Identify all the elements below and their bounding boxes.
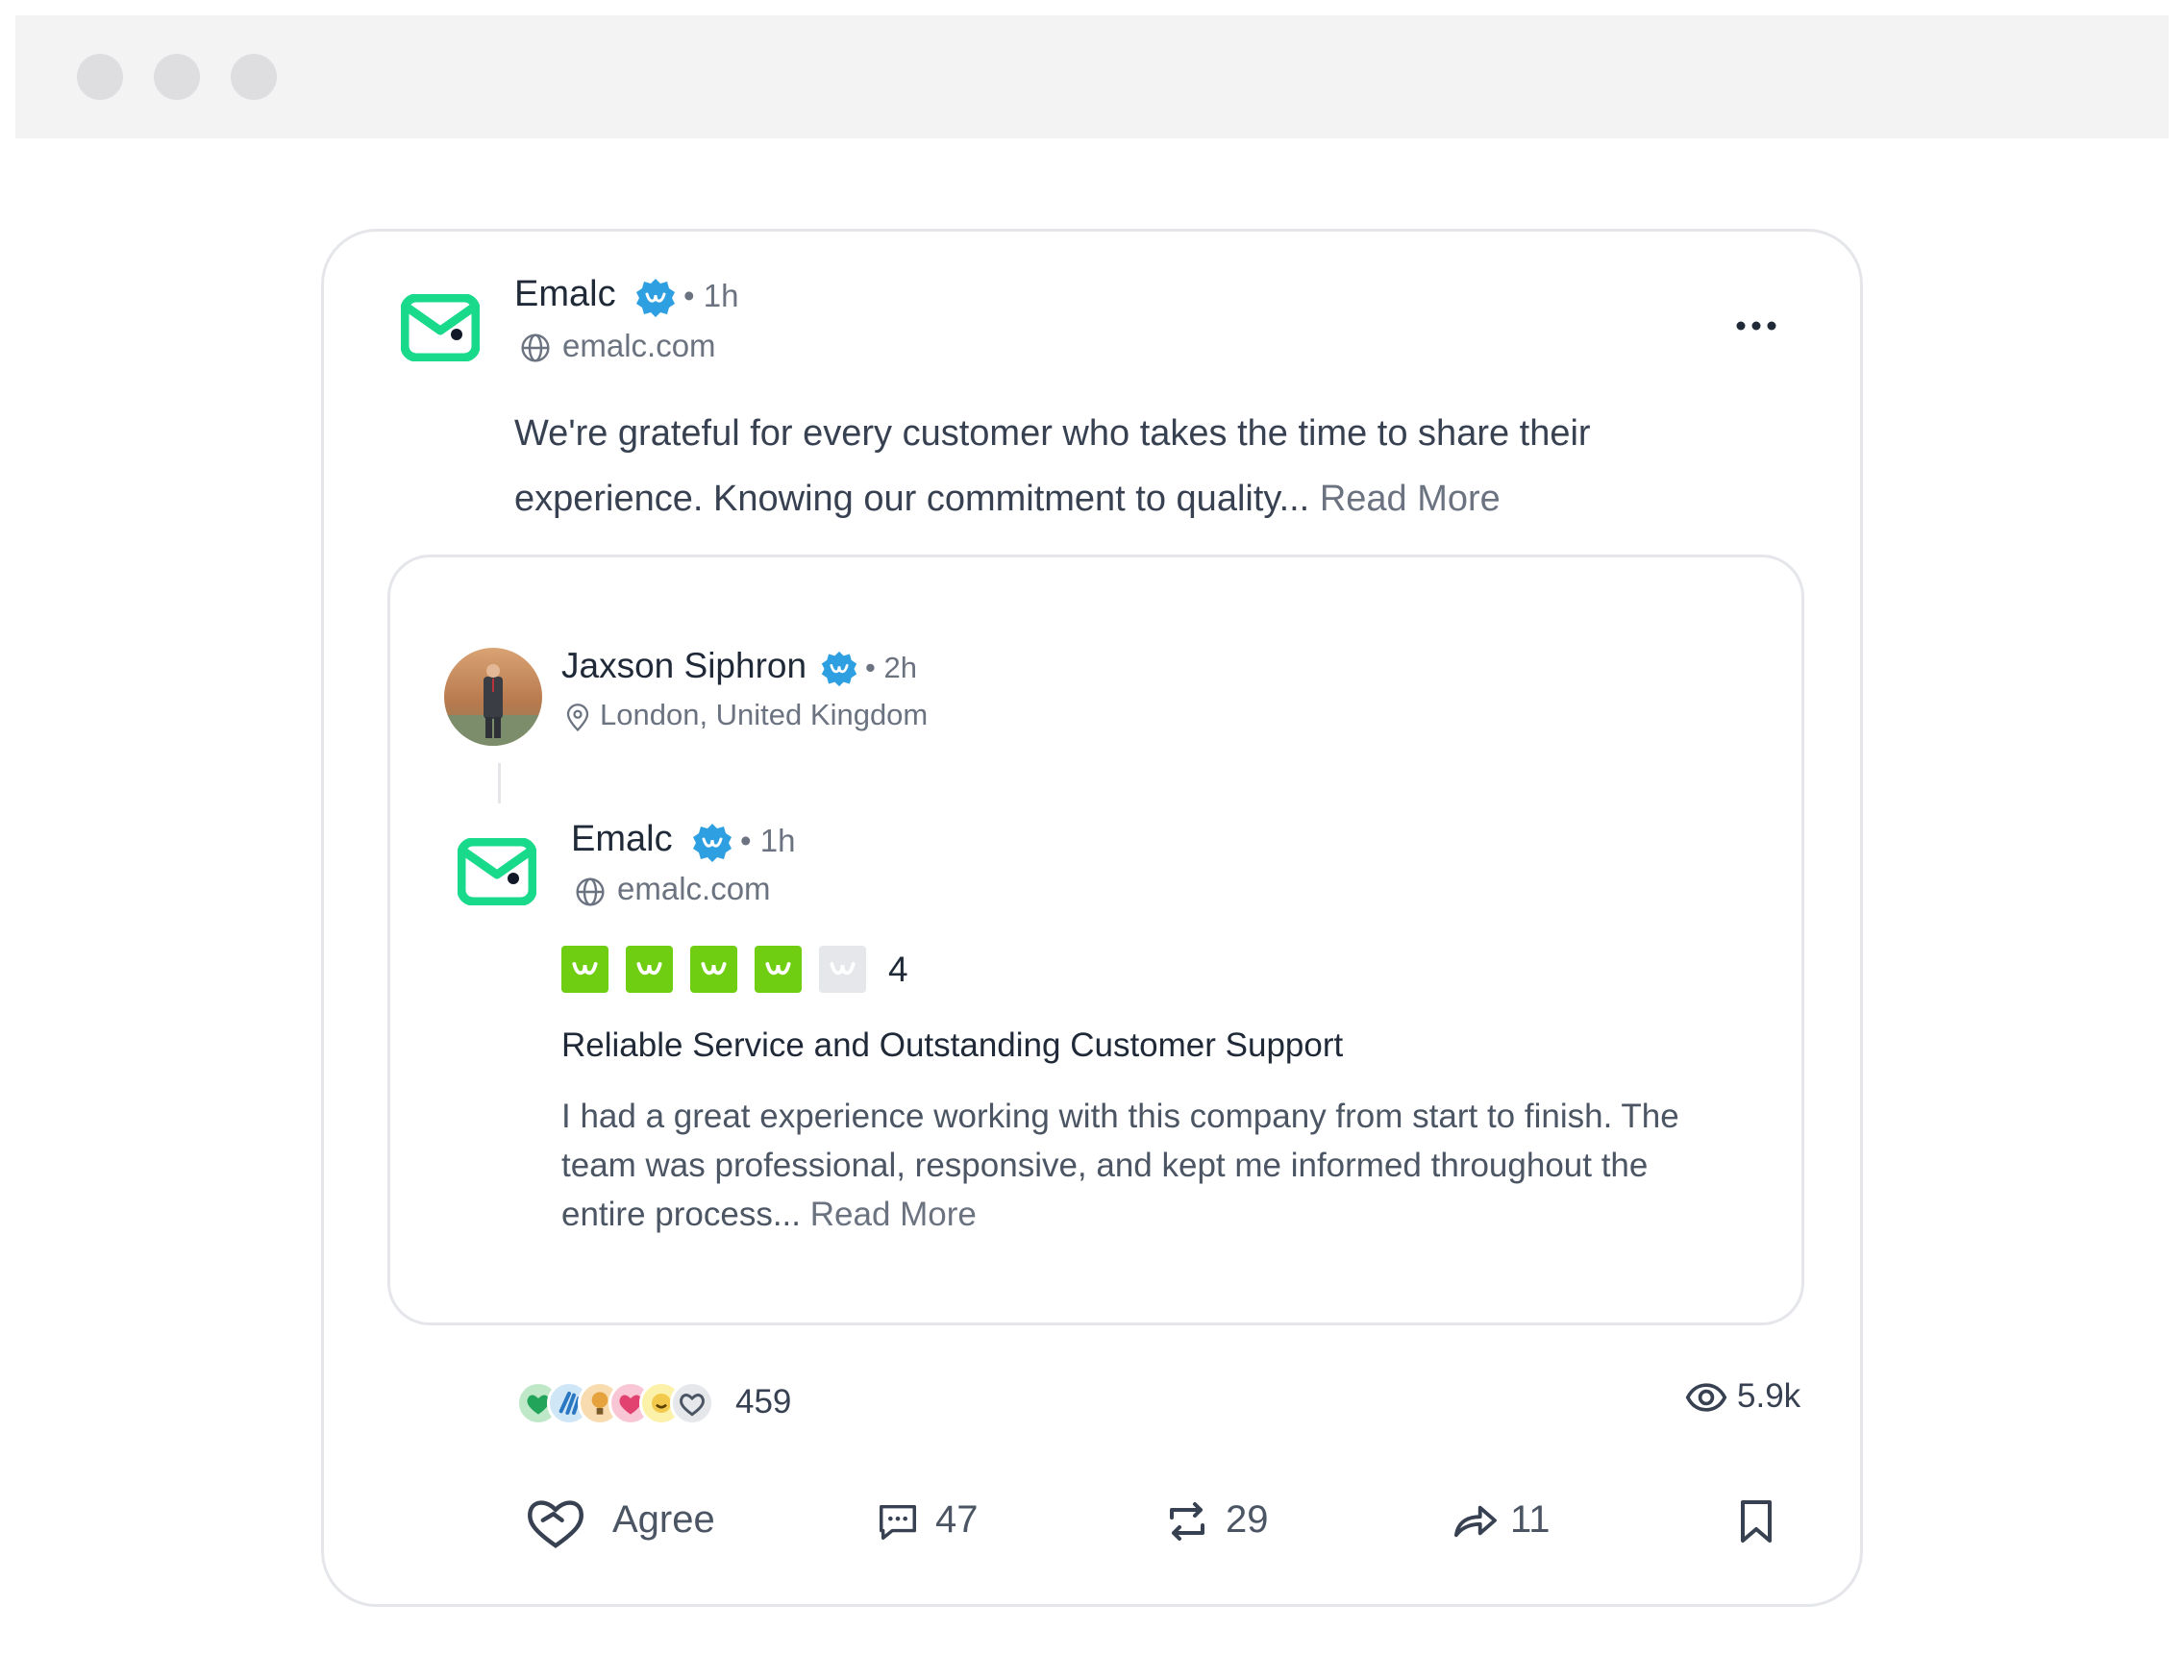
comment-icon — [880, 1504, 916, 1540]
agree-label: Agree — [612, 1498, 715, 1541]
rating-star-filled — [755, 946, 802, 993]
repost-count: 29 — [1226, 1498, 1269, 1541]
agree-button[interactable]: Agree — [516, 1491, 728, 1552]
reviewer-time: • 2h — [865, 651, 917, 684]
review-company-name[interactable]: Emalc — [571, 819, 673, 860]
views-count: 5.9k — [1737, 1377, 1801, 1415]
post-read-more-link[interactable]: Read More — [1320, 479, 1501, 519]
review-body-line-1: I had a great experience working with th… — [561, 1098, 1679, 1135]
bookmark-icon[interactable] — [1737, 1498, 1775, 1544]
post-card: Emalc • 1h emalc.com We're grateful for … — [321, 229, 1863, 1607]
browser-title-bar — [15, 15, 2169, 138]
review-body-line-3: entire process... Read More — [561, 1196, 977, 1233]
review-read-more-link[interactable]: Read More — [810, 1196, 977, 1233]
emalc-logo-icon[interactable] — [458, 838, 536, 905]
window-maximize-button[interactable] — [231, 54, 277, 100]
repost-button[interactable]: 29 — [1158, 1491, 1293, 1552]
comment-button[interactable]: 47 — [872, 1491, 1006, 1552]
rating-star-filled — [626, 946, 673, 993]
reviewer-location: London, United Kingdom — [600, 698, 929, 731]
eye-icon — [1685, 1383, 1727, 1412]
review-body: I had a great experience working with th… — [561, 1092, 1773, 1239]
globe-icon — [576, 877, 605, 906]
comment-count: 47 — [935, 1498, 979, 1541]
verified-badge-icon — [821, 651, 857, 687]
window-close-button[interactable] — [77, 54, 123, 100]
post-time: • 1h — [683, 278, 739, 313]
emalc-logo-icon[interactable] — [401, 294, 480, 361]
globe-icon — [521, 334, 550, 362]
reactions-count[interactable]: 459 — [735, 1383, 791, 1421]
verified-badge-icon — [636, 279, 675, 317]
review-company-time: • 1h — [740, 823, 796, 858]
reviewer-name[interactable]: Jaxson Siphron — [561, 646, 807, 686]
rating-value: 4 — [888, 950, 908, 989]
post-text-line-1: We're grateful for every customer who ta… — [514, 413, 1591, 454]
post-text-line-2: experience. Knowing our commitment to qu… — [514, 479, 1501, 519]
post-text: We're grateful for every customer who ta… — [514, 401, 1764, 531]
verified-badge-icon — [693, 824, 732, 862]
review-body-line-2: team was professional, responsive, and k… — [561, 1147, 1649, 1184]
location-pin-icon — [566, 704, 589, 732]
share-button[interactable]: 11 — [1447, 1491, 1581, 1552]
share-arrow-icon — [1454, 1505, 1497, 1538]
thread-connector-line — [498, 763, 501, 803]
reaction-support-icon[interactable] — [670, 1381, 714, 1425]
review-company-website[interactable]: emalc.com — [617, 871, 771, 907]
shared-review-card[interactable]: Jaxson Siphron • 2h London, United Kingd… — [387, 555, 1804, 1325]
post-website-link[interactable]: emalc.com — [562, 328, 716, 364]
more-options-icon[interactable] — [1733, 318, 1779, 334]
share-count: 11 — [1510, 1498, 1551, 1541]
rating-star-filled — [561, 946, 608, 993]
repost-icon — [1170, 1502, 1204, 1541]
rating-star-filled — [690, 946, 737, 993]
reviewer-avatar[interactable] — [444, 648, 542, 746]
review-title: Reliable Service and Outstanding Custome… — [561, 1026, 1344, 1064]
handshake-heart-icon — [528, 1500, 583, 1548]
window-minimize-button[interactable] — [154, 54, 200, 100]
post-author-name[interactable]: Emalc — [514, 274, 616, 315]
rating-star-empty — [819, 946, 866, 993]
